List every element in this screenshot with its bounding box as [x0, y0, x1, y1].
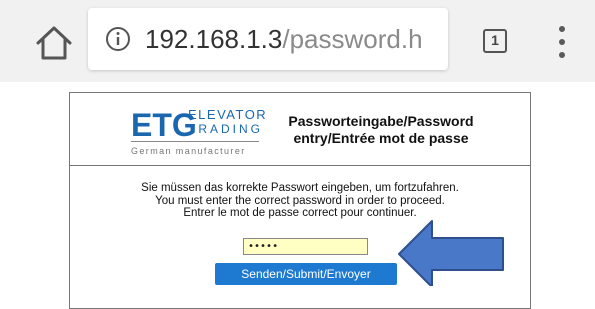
instruction-message: Sie müssen das korrekte Passwort eingebe…	[70, 182, 530, 220]
panel-header: ETG ELEVATOR TRADING German manufacturer…	[70, 93, 530, 166]
etg-logo: ETG ELEVATOR TRADING German manufacturer	[131, 107, 266, 164]
info-icon[interactable]	[105, 26, 131, 52]
logo-divider	[131, 141, 259, 142]
logo-brand: ETG	[131, 107, 197, 143]
tabs-icon[interactable]: 1	[483, 29, 507, 53]
message-de: Sie müssen das korrekte Passwort eingebe…	[141, 182, 459, 194]
menu-icon[interactable]	[556, 24, 568, 60]
page-title: Passworteingabe/Password entry/Entrée mo…	[276, 113, 486, 147]
logo-line2: TRADING	[188, 122, 263, 136]
address-bar[interactable]: 192.168.1.3/password.h	[88, 8, 448, 70]
logo-tagline: German manufacturer	[131, 146, 246, 156]
home-icon[interactable]	[34, 25, 74, 61]
url-path: /password.h	[282, 24, 423, 54]
pointing-arrow-icon	[398, 220, 504, 286]
logo-line1: ELEVATOR	[188, 107, 268, 122]
submit-button[interactable]: Senden/Submit/Envoyer	[215, 263, 397, 285]
password-input[interactable]: •••••	[243, 238, 368, 255]
message-en: You must enter the correct password in o…	[155, 194, 445, 207]
url-host: 192.168.1.3	[145, 24, 283, 54]
title-line2: entry/Entrée mot de passe	[293, 130, 469, 146]
browser-toolbar: 192.168.1.3/password.h 1	[0, 0, 595, 82]
url-text[interactable]: 192.168.1.3/password.h	[145, 22, 445, 56]
title-line1: Passworteingabe/Password	[288, 113, 474, 129]
